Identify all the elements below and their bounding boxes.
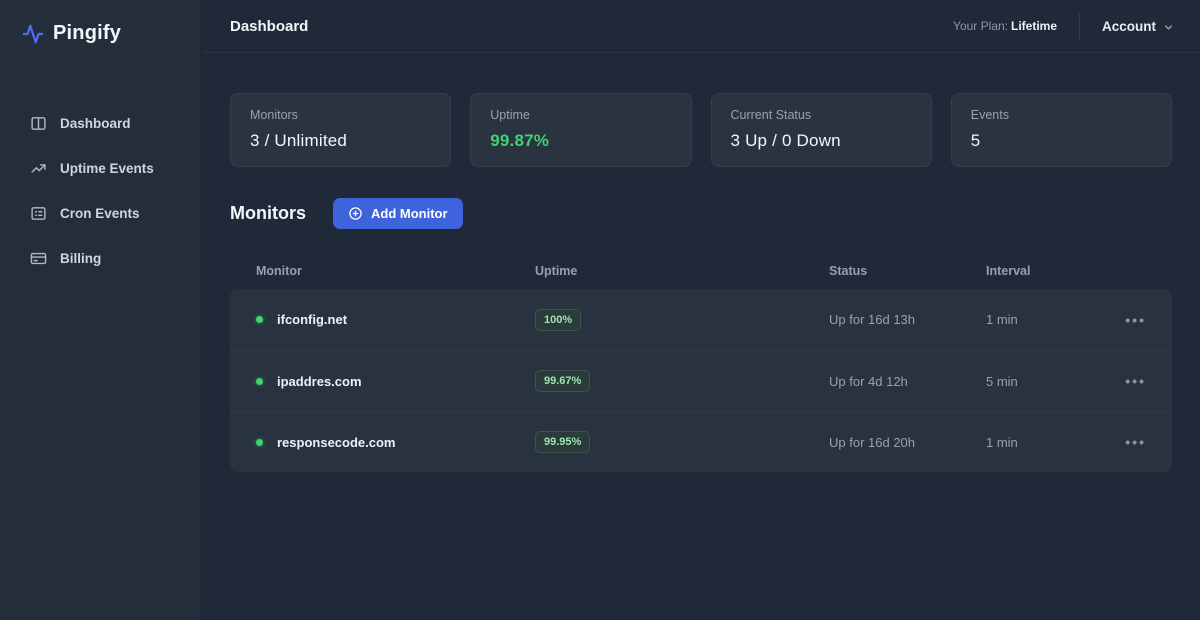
row-menu-button[interactable]: ••• <box>1100 374 1146 388</box>
add-monitor-button[interactable]: Add Monitor <box>333 198 463 229</box>
status-cell: Up for 4d 12h <box>829 374 986 389</box>
top-bar: Dashboard Your Plan:Lifetime Account <box>202 0 1200 53</box>
row-menu-button[interactable]: ••• <box>1100 435 1146 449</box>
stat-card-events: Events 5 <box>951 93 1172 167</box>
uptime-badge: 100% <box>535 309 581 331</box>
sidebar-item-label: Billing <box>60 251 101 266</box>
table-header-row: Monitor Uptime Status Interval <box>230 253 1172 289</box>
stat-label: Monitors <box>250 108 431 122</box>
monitors-section-header: Monitors Add Monitor <box>230 198 1172 229</box>
column-header-uptime: Uptime <box>535 264 829 278</box>
table-body: ifconfig.net 100% Up for 16d 13h 1 min •… <box>230 289 1172 472</box>
top-bar-right: Your Plan:Lifetime Account <box>953 13 1174 39</box>
monitors-table: Monitor Uptime Status Interval ifconfig.… <box>230 253 1172 472</box>
stat-label: Events <box>971 108 1152 122</box>
stat-value: 3 Up / 0 Down <box>731 131 912 151</box>
trending-up-icon <box>30 160 47 177</box>
table-row[interactable]: ipaddres.com 99.67% Up for 4d 12h 5 min … <box>230 350 1172 411</box>
stat-label: Uptime <box>490 108 671 122</box>
uptime-badge: 99.95% <box>535 431 590 453</box>
stat-card-monitors: Monitors 3 / Unlimited <box>230 93 451 167</box>
sidebar-item-label: Uptime Events <box>60 161 154 176</box>
monitor-cell: ipaddres.com <box>256 374 535 389</box>
pulse-activity-icon <box>22 23 44 45</box>
brand-name: Pingify <box>53 22 121 45</box>
stat-value: 99.87% <box>490 131 671 151</box>
sidebar-item-cron-events[interactable]: Cron Events <box>22 191 183 236</box>
monitor-cell: ifconfig.net <box>256 312 535 327</box>
credit-card-icon <box>30 250 47 267</box>
stat-label: Current Status <box>731 108 912 122</box>
stat-cards: Monitors 3 / Unlimited Uptime 99.87% Cur… <box>230 93 1172 167</box>
table-row[interactable]: ifconfig.net 100% Up for 16d 13h 1 min •… <box>230 289 1172 350</box>
account-label: Account <box>1102 19 1156 34</box>
uptime-badge: 99.67% <box>535 370 590 392</box>
row-menu-button[interactable]: ••• <box>1100 313 1146 327</box>
app-root: Pingify Dashboard Uptime Events Cron Eve… <box>0 0 1200 620</box>
monitor-name: ipaddres.com <box>277 374 362 389</box>
page-title: Dashboard <box>230 18 308 35</box>
status-up-dot <box>256 316 263 323</box>
chevron-down-icon <box>1163 22 1174 33</box>
plan-label: Your Plan: <box>953 19 1008 33</box>
content: Monitors 3 / Unlimited Uptime 99.87% Cur… <box>202 53 1200 472</box>
add-monitor-label: Add Monitor <box>371 206 448 221</box>
plus-circle-icon <box>348 206 363 221</box>
column-header-monitor: Monitor <box>256 264 535 278</box>
plan-value: Lifetime <box>1011 19 1057 33</box>
monitor-name: ifconfig.net <box>277 312 347 327</box>
status-up-dot <box>256 439 263 446</box>
sidebar: Pingify Dashboard Uptime Events Cron Eve… <box>0 0 202 620</box>
sidebar-item-label: Cron Events <box>60 206 140 221</box>
main-area: Dashboard Your Plan:Lifetime Account Mon… <box>202 0 1200 620</box>
sidebar-item-uptime-events[interactable]: Uptime Events <box>22 146 183 191</box>
stat-value: 3 / Unlimited <box>250 131 431 151</box>
status-up-dot <box>256 378 263 385</box>
plan-info: Your Plan:Lifetime <box>953 19 1057 33</box>
uptime-cell: 99.67% <box>535 370 829 392</box>
interval-cell: 1 min <box>986 312 1100 327</box>
uptime-cell: 99.95% <box>535 431 829 453</box>
monitor-name: responsecode.com <box>277 435 396 450</box>
schedule-list-icon <box>30 205 47 222</box>
top-bar-divider <box>1079 13 1080 39</box>
interval-cell: 5 min <box>986 374 1100 389</box>
sidebar-item-billing[interactable]: Billing <box>22 236 183 281</box>
status-cell: Up for 16d 13h <box>829 312 986 327</box>
stat-value: 5 <box>971 131 1152 151</box>
uptime-cell: 100% <box>535 309 829 331</box>
column-header-status: Status <box>829 264 986 278</box>
sidebar-nav: Dashboard Uptime Events Cron Events Bill… <box>22 101 183 281</box>
interval-cell: 1 min <box>986 435 1100 450</box>
monitor-cell: responsecode.com <box>256 435 535 450</box>
stat-card-uptime: Uptime 99.87% <box>470 93 691 167</box>
account-menu-button[interactable]: Account <box>1102 19 1174 34</box>
sidebar-item-label: Dashboard <box>60 116 131 131</box>
column-header-interval: Interval <box>986 264 1100 278</box>
columns-layout-icon <box>30 115 47 132</box>
sidebar-item-dashboard[interactable]: Dashboard <box>22 101 183 146</box>
table-row[interactable]: responsecode.com 99.95% Up for 16d 20h 1… <box>230 411 1172 472</box>
status-cell: Up for 16d 20h <box>829 435 986 450</box>
brand-logo[interactable]: Pingify <box>22 18 183 45</box>
stat-card-current-status: Current Status 3 Up / 0 Down <box>711 93 932 167</box>
monitors-section-title: Monitors <box>230 203 306 224</box>
